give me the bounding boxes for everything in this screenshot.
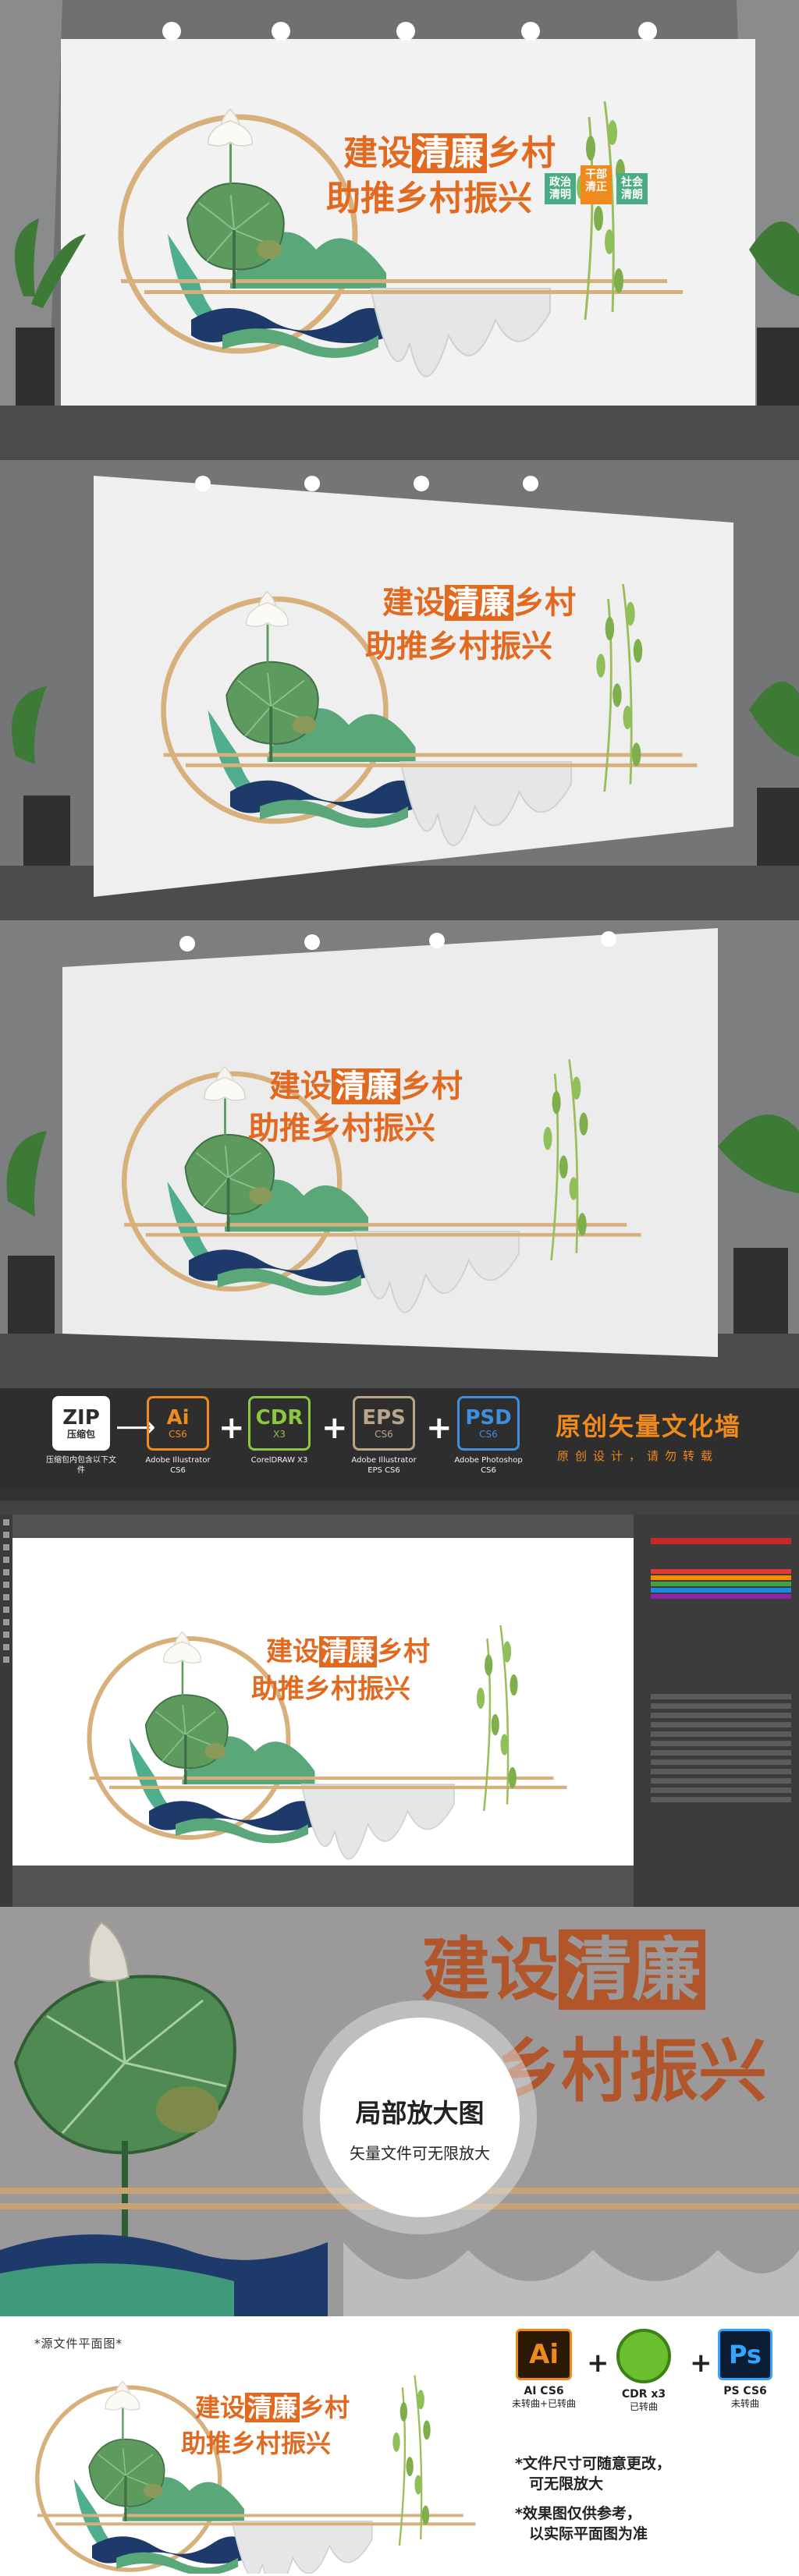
flat-line2: 助推乡村振兴 [181,2429,332,2458]
cdr-format-caption: CDR x3 [621,2388,666,2401]
sign-tag-3: 社会 清朗 [616,173,648,204]
mockup-scene-2: 建设 清廉 乡村 助推乡村振兴 [0,460,799,920]
sign2-line1-b: 清廉 [445,585,513,621]
flat-format-ps: Ps PS CS6 未转曲 [718,2329,772,2409]
ai-icon: Ai [516,2329,573,2380]
sign-line1-a: 建设 [343,133,412,173]
cdr-version: X3 [273,1429,286,1440]
cdr-caption: CorelDRAW X3 [250,1456,308,1465]
canvas-line1-c: 乡村 [377,1636,430,1667]
flat-plan-section: *源文件平面图* 建设清廉乡村 助推乡村振兴 Ai AI CS6 未转曲+已转曲… [0,2316,799,2576]
sign3-line1-c: 乡村 [400,1068,463,1104]
menu-bar[interactable] [0,1490,799,1501]
zoom-heading-line1: 建设清廉 [421,1915,706,2014]
artboard[interactable]: 建设清廉乡村 助推乡村振兴 [12,1538,649,1866]
ai-caption: Adobe Illustrator CS6 [145,1456,211,1475]
psd-version: CS6 [479,1429,498,1440]
mockup-scene-3: 建设 清廉 乡村 助推乡村振兴 [0,920,799,1388]
sign-line1-c: 乡村 [487,133,556,173]
ai-format-caption: AI CS6 [524,2385,564,2397]
ps-format-caption2: 未转曲 [730,2398,759,2409]
sign3-line1-a: 建设 [269,1068,332,1104]
ai-format-caption2: 未转曲+已转曲 [512,2398,577,2409]
canvas-line1-b: 清廉 [319,1636,377,1667]
flat-format-cdr: CDR x3 已转曲 [616,2329,671,2412]
eps-version: CS6 [375,1429,393,1440]
cdr-icon [616,2329,671,2383]
sign-line2: 助推乡村振兴 [326,179,532,218]
psd-caption: Adobe Photoshop CS6 [454,1456,523,1475]
flat-format-ai: Ai AI CS6 未转曲+已转曲 [512,2329,576,2409]
slogan-subtitle: 原创设计，请勿转载 [557,1449,719,1463]
ps-format-caption: PS CS6 [723,2385,767,2397]
note-2: 可无限放大 [529,2475,604,2493]
zip-icon: ZIP [62,1406,100,1430]
zoom-title: 局部放大图 [355,2098,485,2128]
sign2-line2: 助推乡村振兴 [365,629,552,664]
zip-package: ZIP 压缩包 压缩包内包含以下文件 [44,1396,119,1476]
ps-icon: Ps [718,2329,772,2380]
plus-icon: + [690,2347,712,2379]
zip-label: 压缩包 [66,1429,95,1440]
panels-dock[interactable] [634,1515,799,1907]
software-strip: ZIP 压缩包 压缩包内包含以下文件 ⟶ Ai CS6 Adobe Illustr… [0,1388,799,1490]
sign2-line1-a: 建设 [382,585,445,621]
plus-icon: + [321,1410,348,1446]
cdr-format-caption2: 已转曲 [629,2401,658,2412]
slogan-title: 原创矢量文化墙 [556,1412,742,1441]
eps-caption: Adobe Illustrator EPS CS6 [351,1456,417,1475]
control-bar[interactable] [0,1501,799,1515]
flat-line1-b: 清廉 [245,2393,300,2422]
illustrator-window: 建设清廉乡村 助推乡村振兴 [0,1490,799,1907]
sign-line1-b: 清廉 [412,133,487,173]
note-4: 以实际平面图为准 [529,2525,648,2542]
sign3-line2: 助推乡村振兴 [248,1111,435,1146]
sign-tag-2: 干部 清正 [581,165,612,204]
mockup-scene-1: 建设清廉乡村 助推乡村振兴 政治 清明 干部 清正 社会 清朗 [0,0,799,460]
canvas-line2: 助推乡村振兴 [251,1674,410,1705]
sign2-line1-c: 乡村 [513,585,576,621]
format-cdr: CDR X3 CorelDRAW X3 [242,1396,317,1465]
note-1: *文件尺寸可随意更改， [515,2455,671,2472]
zoom-detail: 建设清廉 助推乡村振兴 局部放大图 矢量文件可无限放大 [0,1907,799,2316]
cdr-icon: CDR [255,1406,304,1430]
flat-line1-c: 乡村 [300,2393,350,2422]
format-psd: PSD CS6 Adobe Photoshop CS6 [451,1396,526,1476]
swatches-panel [651,1569,791,1599]
format-ai: Ai CS6 Adobe Illustrator CS6 [140,1396,215,1476]
zoom-subtitle: 矢量文件可无限放大 [350,2144,490,2163]
canvas-line1-a: 建设 [266,1636,319,1667]
sign-tag-1: 政治 清明 [545,173,576,204]
note-3: *效果图仅供参考， [515,2505,641,2522]
flat-line1-a: 建设 [195,2393,246,2422]
ai-version: CS6 [169,1429,187,1440]
zip-caption: 压缩包内包含以下文件 [46,1456,116,1475]
psd-icon: PSD [465,1406,512,1430]
plus-icon: + [426,1410,453,1446]
sign3-line1-b: 清廉 [332,1068,400,1104]
tools-panel[interactable] [0,1515,12,1907]
ai-icon: Ai [166,1406,190,1430]
eps-icon: EPS [362,1406,406,1430]
format-eps: EPS CS6 Adobe Illustrator EPS CS6 [346,1396,421,1476]
zoom-badge: 局部放大图 矢量文件可无限放大 [303,2000,537,2234]
plus-icon: + [218,1410,245,1446]
plus-icon: + [587,2347,609,2379]
sign-tags: 政治 清明 干部 清正 社会 清朗 [545,165,648,204]
